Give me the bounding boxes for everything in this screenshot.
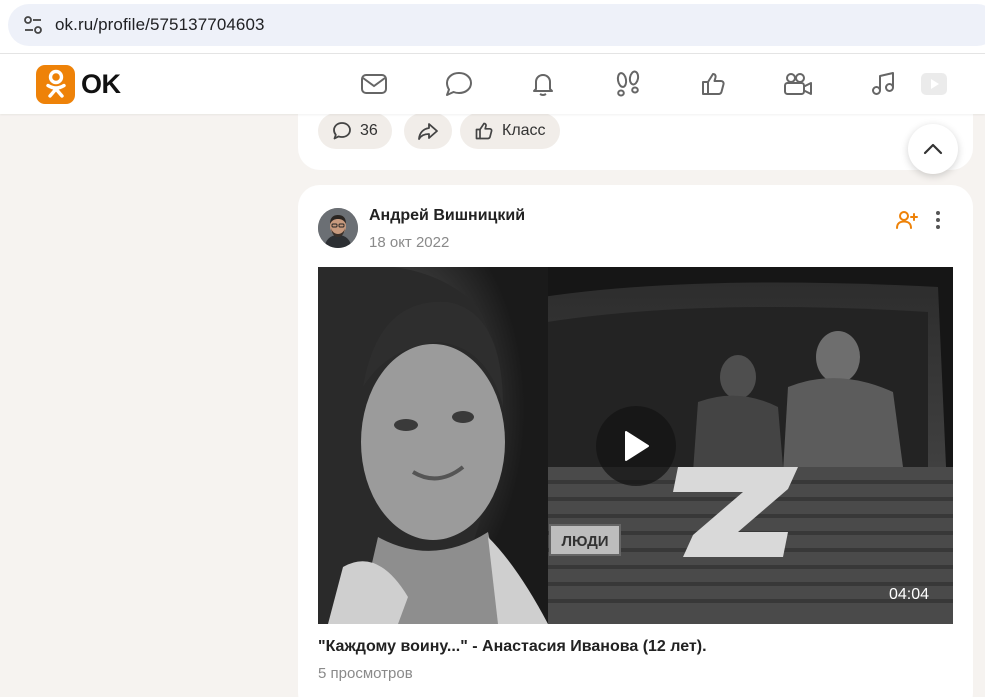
site-header: OK (0, 54, 985, 114)
comments-button[interactable]: 36 (318, 113, 392, 149)
view-count: 5 просмотров (318, 665, 413, 682)
tune-icon[interactable] (22, 14, 44, 36)
comments-count: 36 (360, 122, 378, 139)
play-button[interactable] (596, 406, 676, 486)
add-friend-icon[interactable] (895, 208, 919, 232)
bell-icon[interactable] (527, 68, 559, 100)
play-icon (625, 431, 649, 461)
author-name[interactable]: Андрей Вишницкий (369, 207, 525, 225)
video-duration: 04:04 (888, 586, 929, 603)
browser-bar: ok.ru/profile/575137704603 (0, 0, 985, 54)
share-button[interactable] (404, 113, 452, 149)
ok-logo[interactable]: OK (36, 64, 121, 104)
like-button[interactable]: Класс (460, 113, 560, 149)
music-icon[interactable] (867, 68, 899, 100)
post-date: 18 окт 2022 (369, 234, 450, 251)
url-text[interactable]: ok.ru/profile/575137704603 (55, 15, 265, 35)
thumbs-up-icon (475, 122, 493, 140)
more-options-icon[interactable] (928, 208, 948, 232)
mail-icon[interactable] (358, 68, 390, 100)
comment-icon (333, 122, 351, 140)
video-player[interactable]: ЛЮДИ 04:04 (318, 267, 953, 624)
video-title[interactable]: "Каждому воину..." - Анастасия Иванова (… (318, 638, 707, 656)
chevron-up-icon (923, 143, 943, 155)
logo-text: OK (81, 68, 121, 99)
video-camera-icon[interactable] (782, 68, 814, 100)
chat-icon[interactable] (443, 68, 475, 100)
like-label: Класс (502, 122, 546, 139)
author-avatar[interactable] (318, 208, 358, 248)
footprints-icon[interactable] (612, 68, 644, 100)
sign-text: ЛЮДИ (561, 533, 608, 550)
video-play-icon[interactable] (918, 68, 950, 100)
ok-logo-icon (36, 64, 75, 104)
share-icon (418, 123, 438, 140)
scroll-to-top-button[interactable] (908, 124, 958, 174)
post-card: Андрей Вишницкий 18 окт 2022 ЛЮДИ 04:04 … (298, 185, 973, 697)
thumbs-up-icon[interactable] (697, 68, 729, 100)
address-bar[interactable]: ok.ru/profile/575137704603 (8, 4, 985, 46)
